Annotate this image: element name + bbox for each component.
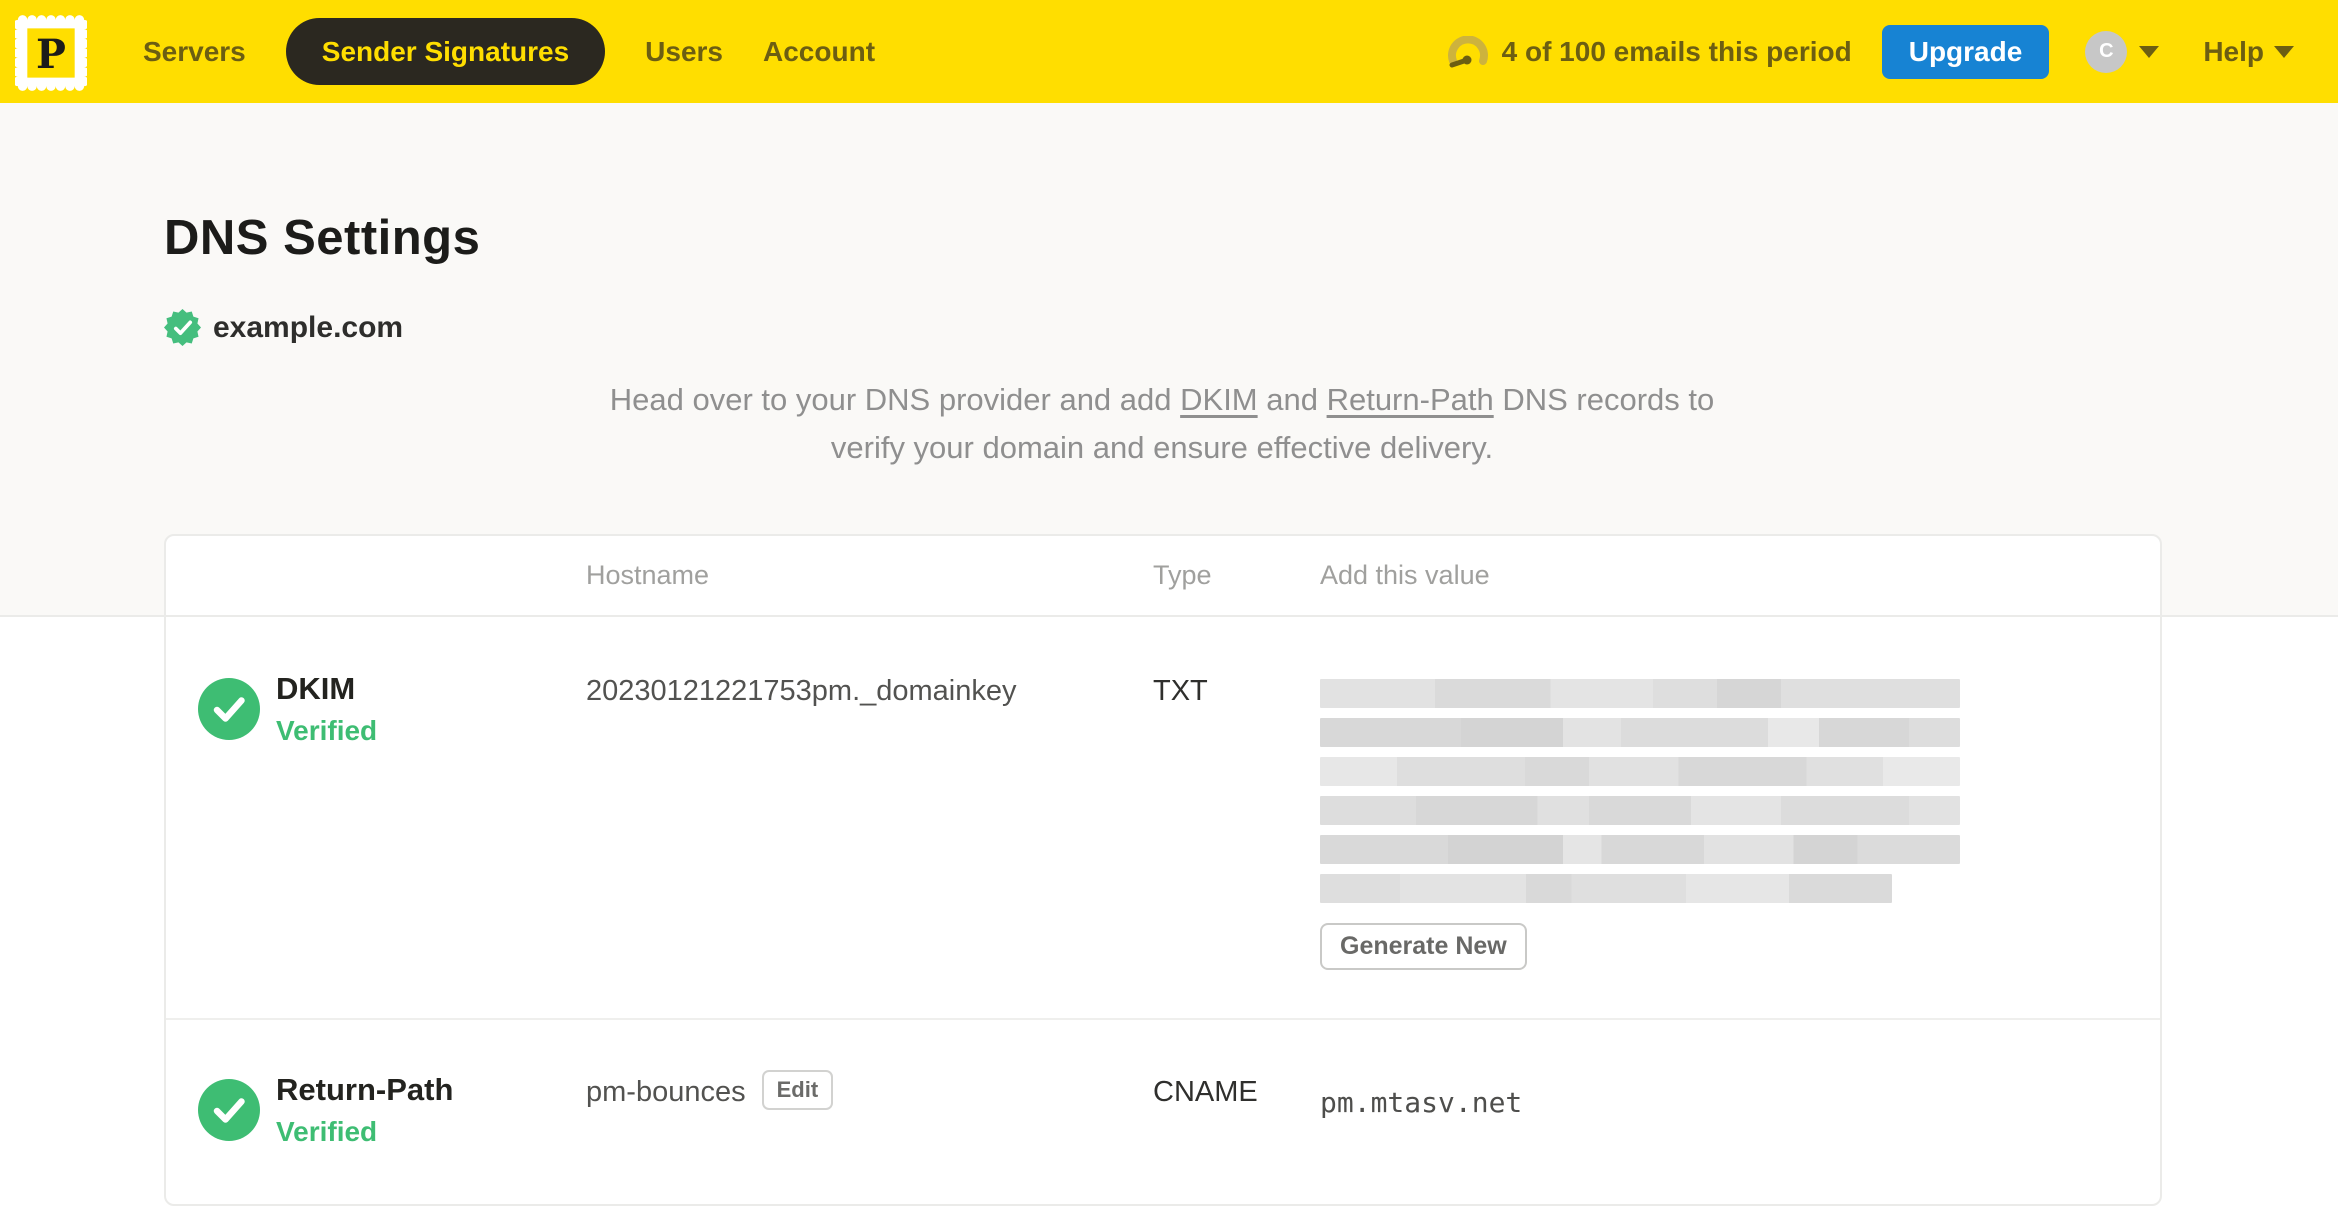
help-label: Help bbox=[2203, 35, 2264, 67]
check-circle-icon bbox=[198, 1079, 260, 1141]
account-menu[interactable]: C bbox=[2085, 30, 2160, 73]
column-header-type: Type bbox=[1153, 560, 1212, 590]
record-name: DKIM bbox=[276, 671, 356, 706]
upgrade-button[interactable]: Upgrade bbox=[1881, 24, 2050, 79]
redacted-strip bbox=[1320, 679, 1960, 708]
table-header-row: Hostname Type Add this value bbox=[166, 536, 2160, 617]
redacted-strip bbox=[1320, 796, 1960, 825]
record-hostname: 20230121221753pm._domainkey bbox=[586, 675, 1017, 707]
nav-item-users[interactable]: Users bbox=[645, 36, 723, 68]
page-title: DNS Settings bbox=[164, 211, 481, 265]
status-badge: Verified bbox=[276, 715, 378, 746]
redacted-strip bbox=[1320, 757, 1960, 786]
redacted-dkim-value bbox=[1320, 679, 2160, 903]
nav-item-sender-signatures[interactable]: Sender Signatures bbox=[285, 18, 606, 85]
edit-button[interactable]: Edit bbox=[761, 1070, 834, 1110]
return-path-link[interactable]: Return-Path bbox=[1327, 382, 1494, 417]
record-value: pm.mtasv.net bbox=[1320, 1086, 1523, 1119]
nav-item-servers[interactable]: Servers bbox=[143, 36, 246, 68]
status-badge: Verified bbox=[276, 1116, 378, 1147]
domain-row: example.com bbox=[164, 309, 2338, 346]
usage-text: 4 of 100 emails this period bbox=[1501, 35, 1852, 67]
redacted-strip bbox=[1320, 718, 1960, 747]
record-name: Return-Path bbox=[276, 1072, 454, 1107]
usage-meter: 4 of 100 emails this period bbox=[1446, 35, 1852, 68]
stamp-icon: P bbox=[13, 14, 89, 91]
gauge-icon bbox=[1447, 35, 1488, 67]
nav-item-account[interactable]: Account bbox=[763, 36, 875, 68]
redacted-strip bbox=[1320, 874, 1892, 903]
help-menu[interactable]: Help bbox=[2203, 36, 2294, 68]
description-text: DNS records to bbox=[1493, 382, 1715, 417]
page-description: Head over to your DNS provider and add D… bbox=[164, 376, 2160, 472]
nav-links: Servers Sender Signatures Users Account bbox=[143, 18, 875, 85]
record-type: CNAME bbox=[1153, 1076, 1258, 1108]
caret-down-icon bbox=[2139, 45, 2160, 58]
check-circle-icon bbox=[198, 678, 260, 740]
nav-right-cluster: 4 of 100 emails this period Upgrade C He… bbox=[1446, 24, 2294, 79]
description-text: Head over to your DNS provider and add bbox=[609, 382, 1181, 417]
domain-name: example.com bbox=[213, 310, 404, 344]
caret-down-icon bbox=[2274, 45, 2294, 58]
column-header-hostname: Hostname bbox=[586, 560, 710, 590]
redacted-strip bbox=[1320, 835, 1960, 864]
avatar[interactable]: C bbox=[2085, 30, 2128, 73]
record-type: TXT bbox=[1153, 675, 1208, 707]
description-text: and bbox=[1257, 382, 1327, 417]
table-row-return-path: Return-Path Verified pm-bounces Edit CNA… bbox=[166, 1020, 2160, 1204]
dns-records-card: Hostname Type Add this value DKIM Verifi… bbox=[164, 534, 2162, 1206]
table-row-dkim: DKIM Verified 20230121221753pm._domainke… bbox=[166, 617, 2160, 1020]
postmark-logo[interactable]: P bbox=[13, 13, 89, 93]
logo-letter: P bbox=[36, 32, 66, 78]
generate-new-button[interactable]: Generate New bbox=[1320, 923, 1527, 970]
top-navbar: P Servers Sender Signatures Users Accoun… bbox=[0, 0, 2338, 103]
description-text: verify your domain and ensure effective … bbox=[830, 430, 1494, 465]
verified-seal-icon bbox=[164, 309, 201, 346]
record-hostname: pm-bounces bbox=[586, 1076, 746, 1108]
column-header-value: Add this value bbox=[1320, 560, 1490, 590]
dkim-link[interactable]: DKIM bbox=[1180, 382, 1258, 417]
main-content: DNS Settings example.com Head over to yo… bbox=[0, 103, 2338, 1222]
